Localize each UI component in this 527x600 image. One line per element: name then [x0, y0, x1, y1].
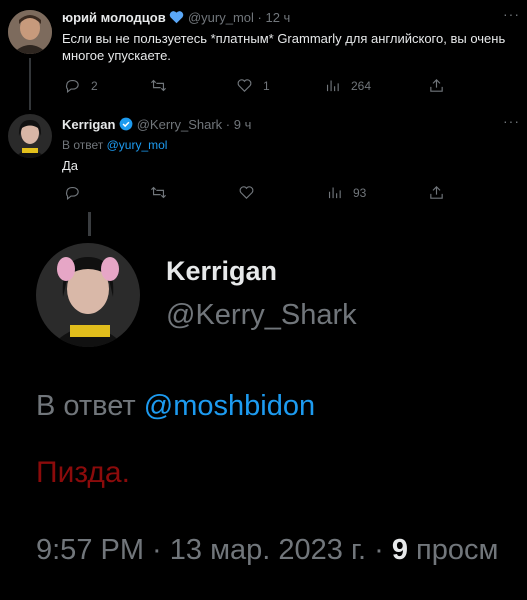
views-count: 9 — [391, 534, 408, 566]
reply-to-link[interactable]: @moshbidon — [144, 390, 315, 422]
views-icon — [326, 80, 339, 92]
more-icon[interactable]: ··· — [503, 113, 520, 129]
tweet-meta: 9:57 PM · 13 мар. 2023 г. · 9 просм — [36, 534, 498, 567]
retweet-icon — [151, 186, 166, 199]
author-name[interactable]: Kerrigan — [62, 117, 115, 132]
more-icon[interactable]: ··· — [503, 6, 520, 22]
retweet-button[interactable] — [150, 184, 167, 201]
verified-badge-icon — [119, 117, 133, 134]
views-label: просм — [416, 534, 499, 566]
share-button[interactable] — [428, 184, 445, 201]
author-handle[interactable]: @Kerry_Shark — [137, 117, 222, 132]
tweet-time[interactable]: · 12 ч — [258, 10, 291, 25]
reply-context: В ответ @moshbidon — [36, 390, 316, 422]
like-button[interactable] — [238, 184, 255, 201]
views-button[interactable]: 264 — [324, 77, 371, 94]
reply-icon — [66, 186, 79, 201]
avatar-yury[interactable] — [8, 10, 52, 54]
reply-icon — [66, 79, 79, 94]
tweet-text: Пизда. — [36, 456, 130, 489]
retweet-button[interactable] — [150, 77, 167, 94]
thread-line — [29, 58, 31, 110]
share-button[interactable] — [428, 77, 445, 94]
views-icon — [328, 187, 341, 199]
author-handle[interactable]: @yury_mol — [188, 10, 254, 25]
like-icon — [237, 79, 252, 92]
reply-to-link[interactable]: @yury_mol — [107, 138, 168, 152]
author-name[interactable]: юрий молодцов — [62, 10, 166, 25]
views-button[interactable]: 93 — [326, 184, 366, 201]
tweet-text: Если вы не пользуетесь *платным* Grammar… — [62, 31, 506, 63]
retweet-icon — [151, 79, 166, 92]
verified-blue-heart-icon — [169, 10, 184, 27]
display-name[interactable]: Kerrigan — [166, 256, 277, 287]
like-button[interactable]: 1 — [236, 77, 270, 94]
thread-line — [88, 212, 91, 236]
avatar-kerrigan-large[interactable] — [36, 243, 140, 347]
display-handle[interactable]: @Kerry_Shark — [166, 299, 357, 332]
tweet-timestamp[interactable]: 9:57 PM · 13 мар. 2023 г. · — [36, 534, 384, 566]
share-icon — [430, 79, 443, 92]
reply-button[interactable] — [64, 184, 81, 201]
reply-button[interactable]: 2 — [64, 77, 98, 94]
avatar-kerrigan[interactable] — [8, 114, 52, 158]
share-icon — [430, 186, 443, 199]
tweet-text: Да — [62, 158, 79, 173]
like-icon — [239, 186, 254, 199]
reply-context: В ответ @yury_mol — [62, 138, 168, 152]
tweet-time[interactable]: · 9 ч — [226, 117, 252, 132]
